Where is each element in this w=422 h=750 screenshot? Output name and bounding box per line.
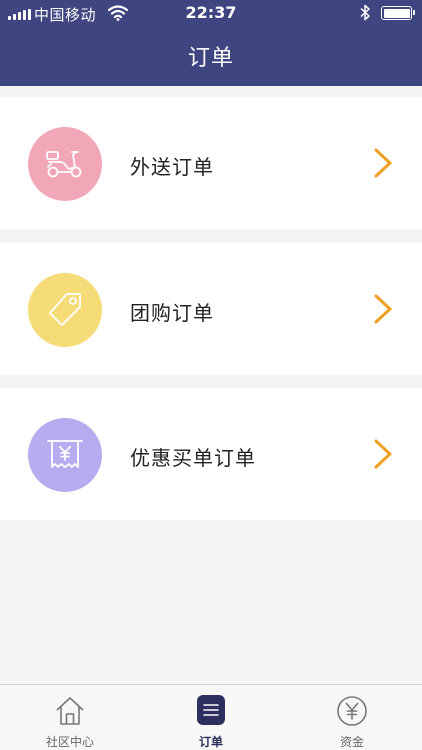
page-title: 订单 <box>187 46 234 71</box>
receipt-icon <box>28 418 102 492</box>
tag-icon <box>28 273 102 347</box>
status-time: 22:37 <box>185 3 237 22</box>
delivery-orders-label: 外送订单 <box>130 155 214 179</box>
navigation-bar: 中国移动 22:37 订单 <box>0 0 422 86</box>
battery-icon <box>381 6 415 20</box>
tab-community-center-label: 社区中心 <box>45 735 94 749</box>
home-icon <box>56 697 84 725</box>
chevron-right-icon <box>374 148 392 178</box>
discount-pay-orders-label: 优惠买单订单 <box>130 446 256 470</box>
list-icon <box>197 695 225 725</box>
discount-pay-orders-item[interactable]: 优惠买单订单 <box>0 388 422 520</box>
tab-funds-label: 资金 <box>339 735 364 749</box>
yen-icon <box>337 696 367 726</box>
tab-orders-label: 订单 <box>198 735 223 749</box>
delivery-orders-item[interactable]: 外送订单 <box>0 97 422 229</box>
tab-community-center[interactable]: 社区中心 <box>0 685 140 750</box>
group-buy-orders-item[interactable]: 团购订单 <box>0 243 422 375</box>
group-buy-orders-label: 团购订单 <box>130 301 214 325</box>
chevron-right-icon <box>374 439 392 469</box>
chevron-right-icon <box>374 294 392 324</box>
bluetooth-icon <box>360 4 370 21</box>
scooter-icon <box>28 127 102 201</box>
tab-orders[interactable]: 订单 <box>141 685 281 750</box>
tab-bar: 社区中心 订单 资金 <box>0 684 422 750</box>
status-bar: 中国移动 22:37 <box>0 0 422 28</box>
tab-funds[interactable]: 资金 <box>282 685 422 750</box>
